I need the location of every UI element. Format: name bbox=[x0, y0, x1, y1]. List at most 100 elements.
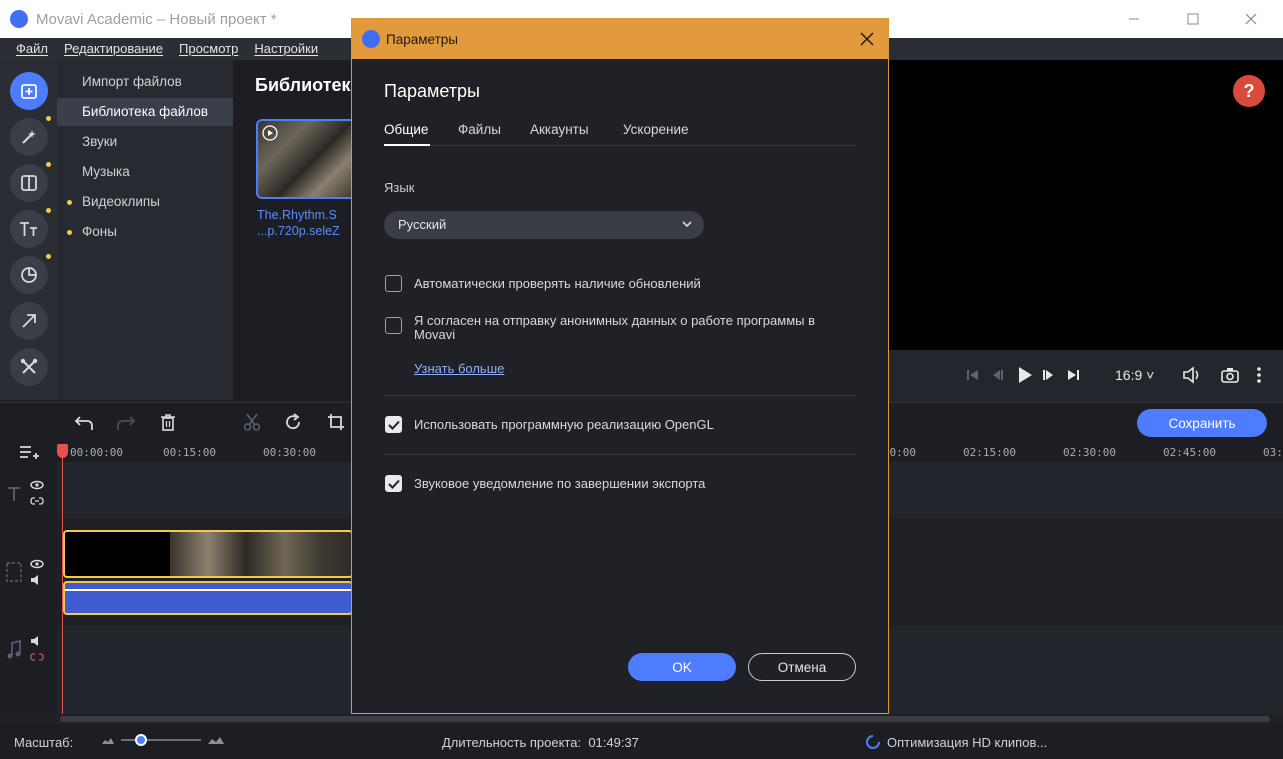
ruler-tick: 00:00:00 bbox=[70, 446, 123, 459]
nav-backgrounds[interactable]: Фоны bbox=[57, 218, 233, 246]
tools-icon bbox=[20, 358, 38, 374]
menu-view[interactable]: Просмотр bbox=[171, 38, 246, 60]
music-track-link-icon[interactable] bbox=[30, 652, 44, 662]
opengl-checkbox[interactable] bbox=[385, 416, 402, 433]
sound-notify-checkbox[interactable] bbox=[385, 475, 402, 492]
nav-import-files[interactable]: Импорт файлов bbox=[57, 68, 233, 96]
menu-settings[interactable]: Настройки bbox=[246, 38, 326, 60]
dialog-titlebar: Параметры bbox=[352, 19, 888, 59]
arrow-icon bbox=[22, 314, 36, 328]
save-button[interactable]: Сохранить bbox=[1137, 409, 1267, 437]
prev-frame-icon[interactable] bbox=[990, 368, 1004, 382]
checkmark-icon bbox=[387, 479, 400, 489]
anon-data-checkbox[interactable] bbox=[385, 317, 402, 334]
divider bbox=[384, 454, 856, 455]
tab-general[interactable]: Общие bbox=[384, 122, 428, 137]
optimization-status: Оптимизация HD клипов... bbox=[887, 735, 1048, 750]
media-name-line2: ...p.720p.seleZ bbox=[257, 224, 340, 238]
effects-tool-button[interactable] bbox=[10, 116, 51, 156]
divider bbox=[384, 395, 856, 396]
nav-music[interactable]: Музыка bbox=[57, 158, 233, 186]
settings-dialog: Параметры Параметры Общие Файлы Аккаунты… bbox=[351, 18, 889, 714]
aspect-ratio-select[interactable]: 16:9 ˅ bbox=[1115, 367, 1154, 383]
playhead-handle[interactable] bbox=[57, 444, 68, 458]
snapshot-icon[interactable] bbox=[1221, 367, 1239, 383]
cancel-button[interactable]: Отмена bbox=[748, 653, 856, 681]
media-thumbnail[interactable] bbox=[256, 119, 356, 199]
redo-icon[interactable] bbox=[116, 414, 136, 432]
app-logo-icon bbox=[10, 10, 28, 28]
library-title: Библиотека файлов bbox=[255, 75, 351, 95]
library-nav: Импорт файлов Библиотека файлов Звуки Му… bbox=[57, 60, 233, 400]
menu-file[interactable]: Файл bbox=[8, 38, 56, 60]
tab-divider bbox=[384, 145, 856, 146]
ruler-tick: 02:30:00 bbox=[1063, 446, 1116, 459]
chevron-down-icon bbox=[682, 221, 692, 228]
tool-column bbox=[0, 60, 57, 400]
checkmark-icon bbox=[387, 420, 400, 430]
cut-icon[interactable] bbox=[243, 413, 261, 431]
video-track-visibility-icon[interactable] bbox=[30, 559, 44, 569]
skip-end-icon[interactable] bbox=[1066, 368, 1080, 382]
import-tool-button[interactable] bbox=[10, 72, 48, 110]
ruler-tick: 02:45:00 bbox=[1163, 446, 1216, 459]
delete-icon[interactable] bbox=[160, 413, 176, 431]
menu-edit[interactable]: Редактирование bbox=[56, 38, 171, 60]
language-label: Язык bbox=[384, 180, 415, 195]
playhead[interactable] bbox=[62, 446, 63, 714]
play-icon[interactable] bbox=[1016, 365, 1034, 385]
text-track-visibility-icon[interactable] bbox=[30, 480, 44, 490]
transitions-tool-button[interactable] bbox=[10, 162, 51, 202]
nav-videoclips[interactable]: Видеоклипы bbox=[57, 188, 233, 216]
player-controls: 16:9 ˅ bbox=[888, 350, 1283, 402]
transition-icon bbox=[21, 175, 37, 191]
help-button[interactable]: ? bbox=[1233, 75, 1265, 107]
zoom-out-icon[interactable] bbox=[101, 737, 115, 745]
tab-acceleration[interactable]: Ускорение bbox=[623, 122, 689, 137]
more-options-icon[interactable] bbox=[1256, 366, 1262, 384]
timeline-scrollbar[interactable] bbox=[60, 716, 1270, 722]
text-track-icon bbox=[8, 487, 20, 501]
zoom-in-icon[interactable] bbox=[207, 736, 225, 745]
nav-file-library[interactable]: Библиотека файлов bbox=[57, 98, 233, 126]
video-clip[interactable] bbox=[63, 530, 353, 578]
rotate-icon[interactable] bbox=[284, 413, 302, 431]
more-tools-button[interactable] bbox=[10, 348, 48, 386]
video-track-icon bbox=[6, 562, 22, 582]
zoom-slider[interactable] bbox=[121, 739, 201, 741]
undo-icon[interactable] bbox=[74, 414, 94, 432]
text-icon bbox=[20, 222, 37, 236]
project-duration: Длительность проекта: 01:49:37 bbox=[442, 735, 639, 750]
media-name-line1: The.Rhythm.S bbox=[257, 208, 337, 222]
maximize-icon[interactable] bbox=[1170, 0, 1216, 38]
check-updates-checkbox[interactable] bbox=[385, 275, 402, 292]
sound-notify-label: Звуковое уведомление по завершении экспо… bbox=[414, 476, 706, 491]
callouts-tool-button[interactable] bbox=[10, 302, 48, 340]
learn-more-link[interactable]: Узнать больше bbox=[414, 361, 504, 376]
skip-start-icon[interactable] bbox=[966, 368, 980, 382]
stickers-tool-button[interactable] bbox=[10, 254, 51, 294]
close-icon[interactable] bbox=[1228, 0, 1274, 38]
nav-sounds[interactable]: Звуки bbox=[57, 128, 233, 156]
tab-accounts[interactable]: Аккаунты bbox=[530, 122, 589, 137]
language-select[interactable]: Русский bbox=[384, 211, 704, 239]
zoom-slider-handle[interactable] bbox=[135, 734, 147, 746]
titles-tool-button[interactable] bbox=[10, 208, 51, 248]
add-track-icon[interactable] bbox=[18, 444, 40, 462]
tab-files[interactable]: Файлы bbox=[458, 122, 501, 137]
dialog-close-button[interactable] bbox=[852, 25, 882, 53]
music-track-volume-icon[interactable] bbox=[30, 636, 44, 646]
anon-data-label-line1: Я согласен на отправку анонимных данных … bbox=[414, 313, 816, 328]
next-frame-icon[interactable] bbox=[1042, 368, 1056, 382]
loading-spinner-icon bbox=[866, 735, 880, 749]
text-track-link-icon[interactable] bbox=[30, 496, 44, 506]
video-track-audio-icon[interactable] bbox=[30, 575, 44, 585]
check-updates-label: Автоматически проверять наличие обновлен… bbox=[414, 276, 701, 291]
close-icon bbox=[860, 32, 874, 46]
volume-icon[interactable] bbox=[1182, 366, 1204, 384]
crop-icon[interactable] bbox=[327, 413, 345, 431]
ok-button[interactable]: OK bbox=[628, 653, 736, 681]
minimize-icon[interactable] bbox=[1111, 0, 1157, 38]
status-bar bbox=[0, 724, 1283, 759]
audio-clip[interactable] bbox=[63, 581, 353, 615]
